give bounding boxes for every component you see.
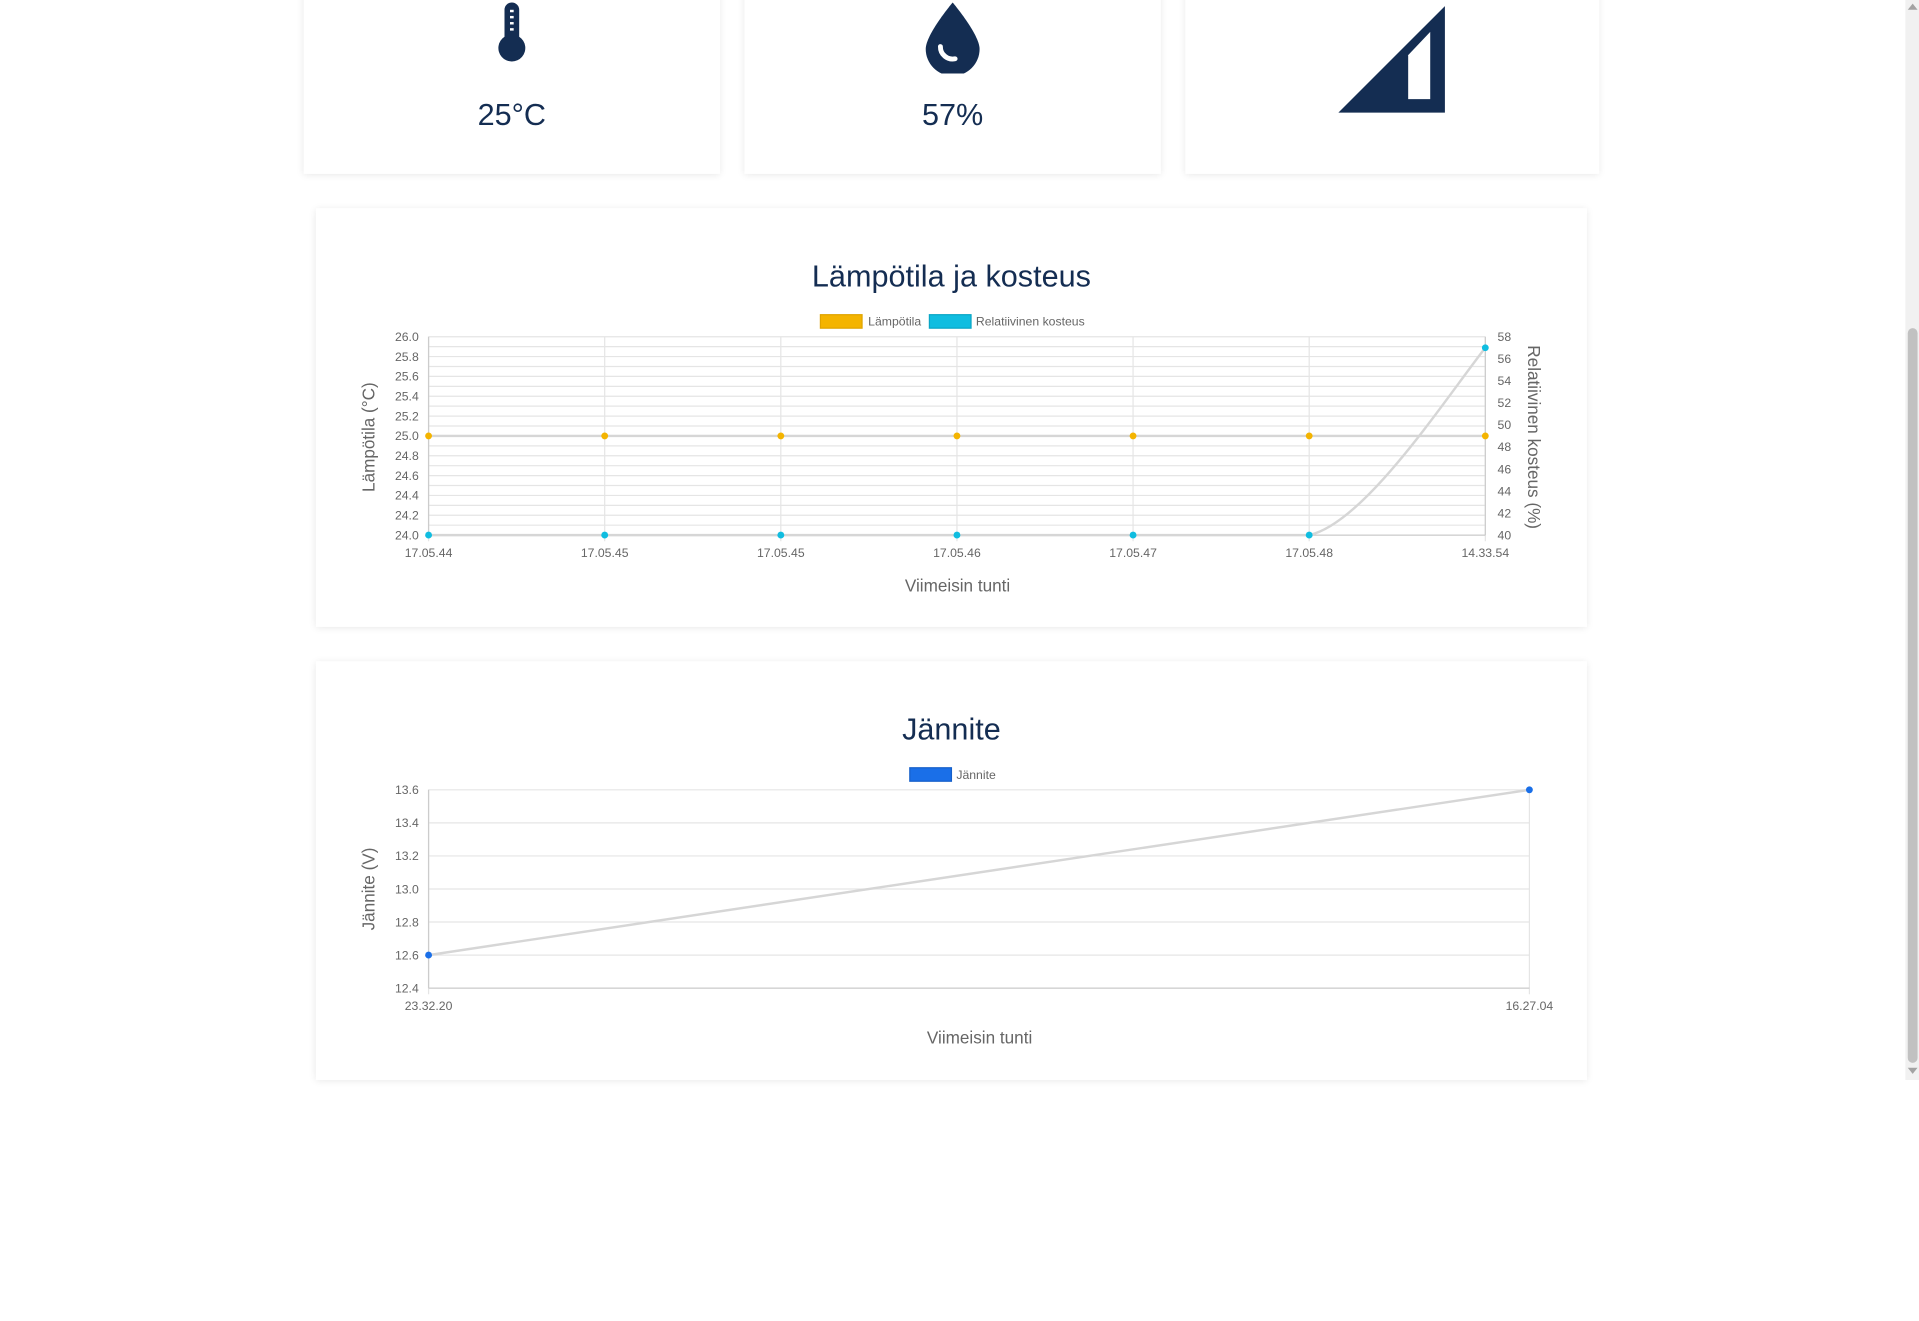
legend-label-voltage: Jännite xyxy=(956,768,996,782)
legend-swatch-humidity xyxy=(928,314,972,329)
y-tick-label: 13.4 xyxy=(395,816,419,830)
x-tick-label: 17.05.45 xyxy=(757,546,805,560)
humidity-card: 57% xyxy=(744,0,1161,174)
chart1-x-label: Viimeisin tunti xyxy=(905,575,1010,595)
voltage-chart: 13.6 13.4 13.2 13.0 12.8 12.6 12.4 23.32.20 16.2… xyxy=(359,767,1554,1047)
scroll-thumb[interactable] xyxy=(1907,328,1918,1063)
y-tick-label: 13.6 xyxy=(395,783,419,797)
temperature-point xyxy=(601,432,609,440)
humidity-point xyxy=(1305,531,1313,539)
y-tick-label: 12.8 xyxy=(395,915,419,929)
temperature-point xyxy=(1305,432,1313,440)
x-tick-label: 17.05.48 xyxy=(1285,546,1333,560)
y-left-tick-label: 24.6 xyxy=(395,469,419,483)
legend-label-humidity: Relatiivinen kosteus xyxy=(976,315,1085,329)
temperature-humidity-chart-card: Lämpötila ja kosteus 26.0 25.8 25.6 25.4 25.… xyxy=(315,208,1587,627)
y-right-tick-label: 50 xyxy=(1498,418,1512,432)
humidity-point xyxy=(953,531,961,539)
y-left-tick-label: 25.8 xyxy=(395,350,419,364)
y-left-tick-label: 25.4 xyxy=(395,390,419,404)
dashboard-page: 25°C 57% Lämpötila ja kosteus 26.0 25.8 25… xyxy=(0,0,1919,1321)
y-left-tick-label: 24.2 xyxy=(395,509,419,523)
y-left-tick-label: 25.6 xyxy=(395,370,419,384)
y-left-tick-label: 25.0 xyxy=(395,429,419,443)
y-right-tick-label: 42 xyxy=(1498,506,1512,520)
y-right-tick-label: 40 xyxy=(1498,528,1512,542)
y-tick-label: 12.6 xyxy=(395,948,419,962)
y-left-tick-label: 25.2 xyxy=(395,409,419,423)
y-right-tick-label: 56 xyxy=(1498,352,1512,366)
humidity-point xyxy=(1481,344,1489,352)
voltage-line xyxy=(428,788,1530,957)
scroll-down-arrow[interactable] xyxy=(1907,1067,1918,1074)
legend-label-temperature: Lämpötila xyxy=(868,315,921,329)
y-right-tick-label: 52 xyxy=(1498,396,1512,410)
y-left-tick-label: 24.8 xyxy=(395,449,419,463)
page-scrollbar[interactable] xyxy=(1905,0,1919,1081)
voltage-chart-card: Jännite 13.6 13.4 13.2 13.0 12.8 12.6 12.4 23.3… xyxy=(315,661,1587,1081)
temperature-point xyxy=(1481,432,1489,440)
y-right-tick-label: 54 xyxy=(1498,374,1512,388)
x-tick-label: 17.05.45 xyxy=(581,546,629,560)
humidity-point xyxy=(601,531,609,539)
y-left-tick-label: 24.4 xyxy=(395,489,419,503)
voltage-point xyxy=(425,951,433,959)
water-drop-icon xyxy=(925,2,980,74)
humidity-value: 57% xyxy=(922,97,984,133)
temperature-value: 25°C xyxy=(477,97,547,133)
chart1-y-left-label: Lämpötila (°C) xyxy=(359,382,379,492)
y-left-tick-label: 26.0 xyxy=(395,330,419,344)
legend-swatch-voltage xyxy=(909,767,953,782)
x-tick-label: 17.05.47 xyxy=(1109,546,1157,560)
x-tick-label: 23.32.20 xyxy=(405,999,453,1013)
y-tick-label: 13.0 xyxy=(395,882,419,896)
temperature-card: 25°C xyxy=(303,0,721,174)
y-right-tick-label: 48 xyxy=(1498,440,1512,454)
temperature-point xyxy=(953,432,961,440)
humidity-point xyxy=(777,531,785,539)
y-tick-label: 13.2 xyxy=(395,849,419,863)
scroll-up-arrow[interactable] xyxy=(1907,3,1918,10)
temperature-humidity-chart: 26.0 25.8 25.6 25.4 25.2 25.0 24.8 24.6 24.4 24.2… xyxy=(359,314,1544,595)
legend-swatch-temperature xyxy=(819,314,863,329)
temperature-point xyxy=(1129,432,1137,440)
humidity-point xyxy=(425,531,433,539)
chart2-x-label: Viimeisin tunti xyxy=(927,1027,1032,1047)
chart2-y-label: Jännite (V) xyxy=(359,848,379,931)
signal-strength-icon xyxy=(1338,6,1445,113)
y-tick-label: 12.4 xyxy=(395,981,419,995)
signal-card xyxy=(1185,0,1600,174)
temperature-point xyxy=(425,432,433,440)
thermometer-icon xyxy=(498,2,526,62)
voltage-point xyxy=(1525,786,1533,794)
x-tick-label: 16.27.04 xyxy=(1506,999,1554,1013)
humidity-point xyxy=(1129,531,1137,539)
x-tick-label: 17.05.44 xyxy=(405,546,453,560)
y-left-tick-label: 24.0 xyxy=(395,528,419,542)
y-right-tick-label: 46 xyxy=(1498,462,1512,476)
chart1-y-right-label: Relatiivinen kosteus (%) xyxy=(1524,345,1544,529)
x-tick-label: 17.05.46 xyxy=(933,546,981,560)
temperature-point xyxy=(777,432,785,440)
y-right-tick-label: 44 xyxy=(1498,484,1512,498)
y-right-tick-label: 58 xyxy=(1498,330,1512,344)
x-tick-label: 14.33.54 xyxy=(1462,546,1510,560)
